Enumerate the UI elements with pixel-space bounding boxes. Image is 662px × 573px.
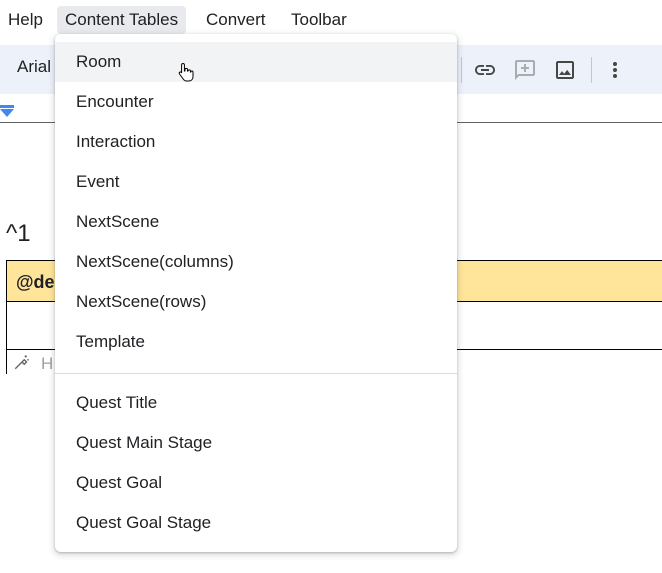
content-tables-dropdown: Room Encounter Interaction Event NextSce… <box>55 34 457 552</box>
menu-item-room[interactable]: Room <box>55 42 457 82</box>
ruler-indent-bar[interactable] <box>0 105 14 108</box>
menu-help[interactable]: Help <box>0 6 51 34</box>
menu-item-interaction[interactable]: Interaction <box>55 122 457 162</box>
menu-convert[interactable]: Convert <box>198 6 274 34</box>
menu-item-nextscene-columns[interactable]: NextScene(columns) <box>55 242 457 282</box>
menu-divider <box>55 373 457 374</box>
menu-item-quest-goal-stage[interactable]: Quest Goal Stage <box>55 503 457 543</box>
menu-content-tables[interactable]: Content Tables <box>57 6 187 34</box>
menu-item-template[interactable]: Template <box>55 322 457 362</box>
table-header-text: @de <box>16 272 55 292</box>
toolbar-divider <box>591 57 592 83</box>
menu-item-quest-title[interactable]: Quest Title <box>55 383 457 423</box>
menu-toolbar[interactable]: Toolbar <box>283 6 355 34</box>
add-comment-icon[interactable] <box>513 58 537 82</box>
menu-item-event[interactable]: Event <box>55 162 457 202</box>
ruler-indent-marker[interactable] <box>0 109 14 117</box>
insert-image-icon[interactable] <box>553 58 577 82</box>
magic-pen-icon <box>14 355 29 370</box>
assist-placeholder: H <box>41 354 54 373</box>
menu-item-nextscene-rows[interactable]: NextScene(rows) <box>55 282 457 322</box>
menu-item-quest-goal[interactable]: Quest Goal <box>55 463 457 503</box>
link-icon[interactable] <box>473 58 497 82</box>
hand-cursor-icon <box>178 62 194 82</box>
menu-item-quest-main-stage[interactable]: Quest Main Stage <box>55 423 457 463</box>
menu-bar: Help Content Tables Convert Toolbar <box>0 4 662 36</box>
toolbar-divider <box>461 57 462 83</box>
document-text[interactable]: ^1 <box>6 220 31 248</box>
menu-item-nextscene[interactable]: NextScene <box>55 202 457 242</box>
menu-item-encounter[interactable]: Encounter <box>55 82 457 122</box>
font-family-select[interactable]: Arial <box>17 57 51 77</box>
more-vert-icon[interactable] <box>603 58 627 82</box>
